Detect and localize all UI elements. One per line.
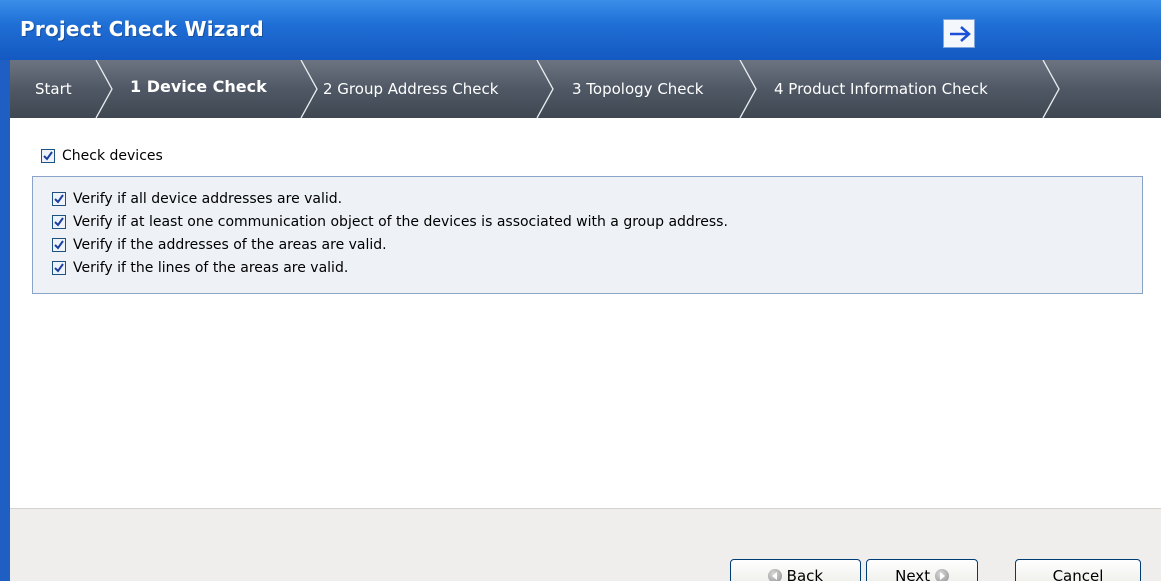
device-check-options-group: Verify if all device addresses are valid… [32, 176, 1143, 294]
option-valid-device-addresses[interactable]: Verify if all device addresses are valid… [52, 191, 342, 207]
check-devices-checkbox[interactable] [41, 149, 55, 163]
step-device-check[interactable]: 1 Device Check [130, 60, 267, 118]
checkmark-icon [54, 240, 64, 250]
checkmark-icon [54, 263, 64, 273]
option-label: Verify if all device addresses are valid… [73, 191, 343, 207]
wizard-steps-bar: Start 1 Device Check 2 Group Address Che… [10, 60, 1161, 118]
option-checkbox[interactable] [52, 261, 66, 275]
window-left-border [0, 60, 10, 581]
option-checkbox[interactable] [52, 215, 66, 229]
checkmark-icon [54, 194, 64, 204]
option-label: Verify if the lines of the areas are val… [73, 260, 349, 276]
back-button[interactable]: Back [730, 559, 861, 581]
option-checkbox[interactable] [52, 192, 66, 206]
option-communication-object-group-address[interactable]: Verify if at least one communication obj… [52, 214, 728, 230]
wizard-footer: Back Next Cancel [10, 508, 1161, 581]
back-arrow-icon [767, 569, 782, 581]
arrow-right-icon [950, 26, 971, 42]
step-topology-check[interactable]: 3 Topology Check [572, 60, 703, 118]
device-check-panel: Check devices Verify if all device addre… [10, 118, 1161, 508]
back-button-label: Back [786, 567, 824, 581]
option-label: Verify if at least one communication obj… [73, 214, 728, 230]
wizard-window: Project Check Wizard Start 1 Device Chec… [0, 0, 1161, 581]
go-arrow-button[interactable] [943, 19, 975, 48]
checkmark-icon [43, 151, 53, 161]
option-valid-area-addresses[interactable]: Verify if the addresses of the areas are… [52, 237, 387, 253]
next-button[interactable]: Next [866, 559, 978, 581]
option-checkbox[interactable] [52, 238, 66, 252]
check-devices-label: Check devices [62, 148, 163, 164]
step-product-information-check[interactable]: 4 Product Information Check [774, 60, 988, 118]
cancel-button[interactable]: Cancel [1015, 559, 1141, 581]
next-button-label: Next [895, 567, 931, 581]
checkmark-icon [54, 217, 64, 227]
option-valid-area-lines[interactable]: Verify if the lines of the areas are val… [52, 260, 348, 276]
next-arrow-icon [934, 569, 949, 581]
step-start[interactable]: Start [35, 60, 72, 118]
check-devices-option[interactable]: Check devices [41, 148, 163, 164]
title-bar: Project Check Wizard [0, 0, 1161, 60]
step-group-address-check[interactable]: 2 Group Address Check [323, 60, 498, 118]
window-title: Project Check Wizard [20, 17, 264, 41]
option-label: Verify if the addresses of the areas are… [73, 237, 387, 253]
